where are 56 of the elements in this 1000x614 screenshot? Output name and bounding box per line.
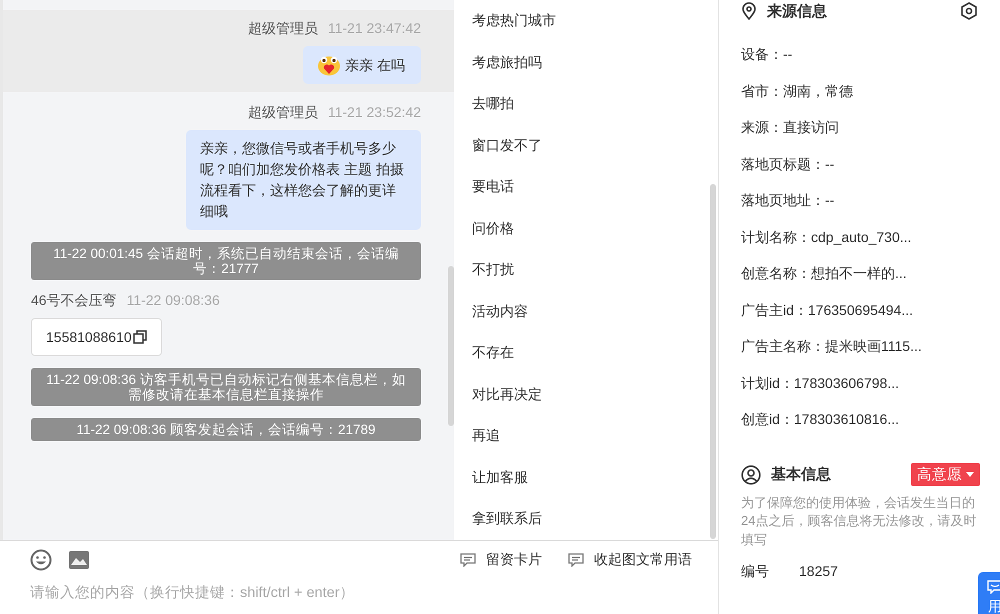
- notice-text: 为了保障您的使用体验，会话发生当日的24点之后，顾客信息将无法修改，请及时填写: [741, 494, 978, 548]
- quick-reply-item[interactable]: 活动内容: [472, 290, 700, 332]
- copy-icon[interactable]: [132, 330, 147, 344]
- message-text: 15581088610: [46, 329, 132, 345]
- comment-icon: [460, 552, 476, 566]
- intent-tag-dropdown[interactable]: 高意愿: [911, 463, 980, 486]
- message-time: 11-21 23:52:42: [328, 104, 421, 122]
- message-time: 11-22 09:08:36: [126, 292, 220, 310]
- comment-icon: [568, 552, 584, 566]
- info-row-text: 省市：湖南，常德: [741, 82, 854, 100]
- emoji-icon[interactable]: [30, 548, 52, 570]
- info-row-text: 来源：直接访问: [741, 118, 840, 137]
- chat-icon: [987, 580, 1000, 594]
- field-label: 编号: [741, 563, 769, 581]
- sender-name: 超级管理员: [248, 104, 318, 122]
- location-pin-icon: [741, 2, 757, 20]
- sender-name: 46号不会压弯: [31, 292, 117, 310]
- info-row-text: 落地页地址：--: [741, 191, 836, 210]
- info-row-text: 计划名称：cdp_auto_730...: [741, 228, 912, 247]
- info-row-text: 计划id：178303606798...: [741, 374, 900, 392]
- quick-reply-item[interactable]: 不存在: [472, 332, 700, 374]
- toolbar-action[interactable]: 留资卡片: [460, 550, 542, 568]
- info-row-text: 创意id：178303610816...: [741, 410, 900, 429]
- info-row-text: 落地页标题：--: [741, 154, 836, 174]
- sender-name: 超级管理员: [248, 20, 318, 38]
- field-value: 18257: [799, 563, 838, 581]
- quick-reply-item[interactable]: 再追: [472, 415, 700, 456]
- info-row-text: 创意名称：想拍不一样的...: [741, 264, 908, 283]
- image-icon[interactable]: [68, 548, 90, 570]
- quick-reply-item[interactable]: 不打扰: [472, 249, 700, 290]
- quick-reply-item[interactable]: 让加客服: [472, 456, 700, 498]
- system-notice: 11-22 09:08:36 顾客发起会话，会话编号：21789: [31, 418, 421, 441]
- quick-reply-item[interactable]: 对比再决定: [472, 374, 700, 415]
- section-title: 基本信息: [771, 465, 831, 484]
- message-input[interactable]: 请输入您的内容（换行快捷键：shift/ctrl + enter）: [30, 584, 690, 600]
- system-notice: 11-22 09:08:36 访客手机号已自动标记右侧基本信息栏，如需修改请在基本信息栏直接操作: [31, 368, 421, 406]
- caret-icon: [966, 472, 974, 477]
- quick-reply-item[interactable]: 拿到联系后: [472, 498, 700, 540]
- toolbar-action[interactable]: 收起图文常用语: [568, 550, 692, 568]
- quick-reply-item[interactable]: 考虑旅拍吗: [472, 42, 700, 83]
- quick-reply-item[interactable]: 问价格: [472, 208, 700, 249]
- info-row-text: 广告主名称：提米映画1115...: [741, 337, 923, 356]
- emoji-icon: [317, 54, 342, 76]
- user-icon: [741, 464, 761, 484]
- quick-reply-item[interactable]: 去哪拍: [472, 83, 700, 124]
- info-row-text: 设备：--: [741, 45, 794, 64]
- system-notice: 11-22 00:01:45 会话超时，系统已自动结束会话，会话编号：21777: [31, 242, 421, 280]
- quick-reply-item[interactable]: 窗口发不了: [472, 124, 700, 166]
- message-text: 亲亲，您微信号或者手机号多少呢？咱们加您发价格表 主题 拍摄流程看下，这样您会了解的更详细哦: [200, 139, 405, 221]
- quick-reply-item[interactable]: 考虑热门城市: [472, 0, 700, 42]
- quick-reply-item[interactable]: 要电话: [472, 166, 700, 208]
- settings-icon[interactable]: [960, 2, 978, 20]
- section-title: 来源信息: [767, 2, 827, 20]
- info-row-text: 广告主id：176350695494...: [741, 300, 914, 320]
- message-text: 亲亲 在吗: [345, 56, 405, 74]
- message-time: 11-21 23:47:42: [328, 20, 421, 38]
